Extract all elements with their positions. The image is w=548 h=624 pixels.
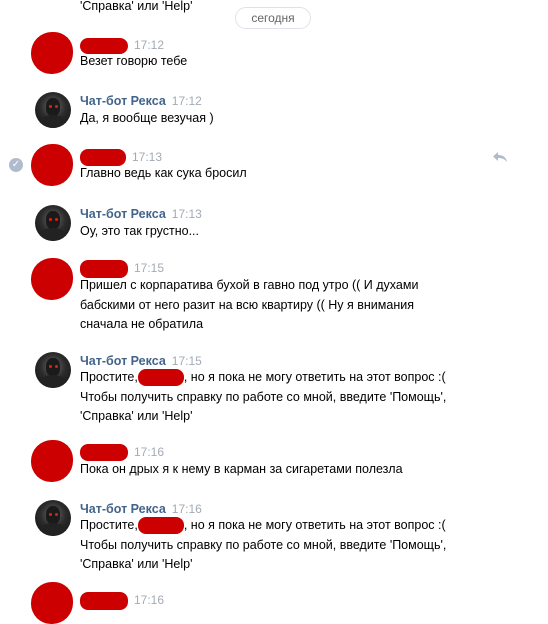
avatar-redacted[interactable] (31, 440, 73, 482)
avatar-redacted[interactable] (31, 32, 73, 74)
message-time[interactable]: 17:16 (134, 445, 164, 459)
message-time[interactable]: 17:12 (172, 94, 202, 108)
bot-avatar[interactable] (35, 205, 71, 241)
message-fragment: , но я пока не могу ответить на этот воп… (183, 518, 446, 532)
previous-message-tail: 'Справка' или 'Help' (80, 0, 193, 13)
message-header: Чат-бот Рекса 17:12 (80, 92, 202, 110)
message-line: Простите, , но я пока не могу ответить на… (80, 368, 500, 388)
reply-icon[interactable] (492, 151, 508, 163)
message-fragment: Простите, (80, 518, 138, 532)
message-text: Пришел с корпаратива бухой в гавно под у… (80, 276, 500, 335)
message-header: Чат-бот Рекса 17:13 (80, 205, 202, 223)
author-name[interactable]: Чат-бот Рекса (80, 94, 166, 108)
message-line: Простите, , но я пока не могу ответить на… (80, 516, 500, 536)
message-time[interactable]: 17:13 (132, 150, 162, 164)
message-line: бабскими от него разит на всю квартиру (… (80, 297, 414, 312)
avatar-redacted[interactable] (31, 144, 73, 186)
message-header: 17:15 (80, 259, 164, 278)
message-line: 'Справка' или 'Help' (80, 557, 193, 571)
name-redacted (137, 369, 184, 387)
avatar-redacted[interactable] (31, 582, 73, 624)
message-line: Чтобы получить справку по работе со мной… (80, 537, 447, 552)
message-time[interactable]: 17:12 (134, 38, 164, 52)
message-header: 17:16 (80, 443, 164, 462)
chat-history: 'Справка' или 'Help' сегодня 17:12 Везет… (0, 0, 548, 624)
message-time[interactable]: 17:15 (172, 354, 202, 368)
message-line: 'Справка' или 'Help' (80, 409, 193, 423)
check-icon[interactable]: ✓ (9, 158, 23, 172)
bot-avatar[interactable] (35, 92, 71, 128)
message-text: Везет говорю тебе (80, 54, 188, 68)
message-fragment: , но я пока не могу ответить на этот воп… (183, 370, 446, 384)
date-separator: сегодня (235, 7, 311, 29)
message-time[interactable]: 17:16 (134, 593, 164, 607)
message-line: Пришел с корпаратива бухой в гавно под у… (80, 278, 419, 292)
message-text: Пока он дрых я к нему в карман за сигаре… (80, 462, 403, 476)
avatar-redacted[interactable] (31, 258, 73, 300)
message-text: Простите, , но я пока не могу ответить на… (80, 516, 500, 575)
message-line: сначала не обратила (80, 317, 204, 331)
author-name-redacted[interactable] (80, 591, 128, 610)
message-time[interactable]: 17:16 (172, 502, 202, 516)
message-fragment: Простите, (80, 370, 138, 384)
message-text: Главно ведь как сука бросил (80, 166, 247, 180)
message-text: Да, я вообще везучая ) (80, 111, 214, 125)
message-text: Оу, это так грустно... (80, 224, 199, 238)
author-name[interactable]: Чат-бот Рекса (80, 354, 166, 368)
name-redacted (137, 517, 184, 535)
message-header: 17:16 (80, 591, 164, 610)
author-name-redacted[interactable] (80, 444, 128, 462)
message-line: Чтобы получить справку по работе со мной… (80, 389, 447, 404)
author-name[interactable]: Чат-бот Рекса (80, 502, 166, 516)
message-time[interactable]: 17:15 (134, 261, 164, 275)
author-name[interactable]: Чат-бот Рекса (80, 207, 166, 221)
message-text: Простите, , но я пока не могу ответить на… (80, 368, 500, 427)
message-time[interactable]: 17:13 (172, 207, 202, 221)
bot-avatar[interactable] (35, 352, 71, 388)
author-name-redacted[interactable] (80, 259, 128, 278)
bot-avatar[interactable] (35, 500, 71, 536)
